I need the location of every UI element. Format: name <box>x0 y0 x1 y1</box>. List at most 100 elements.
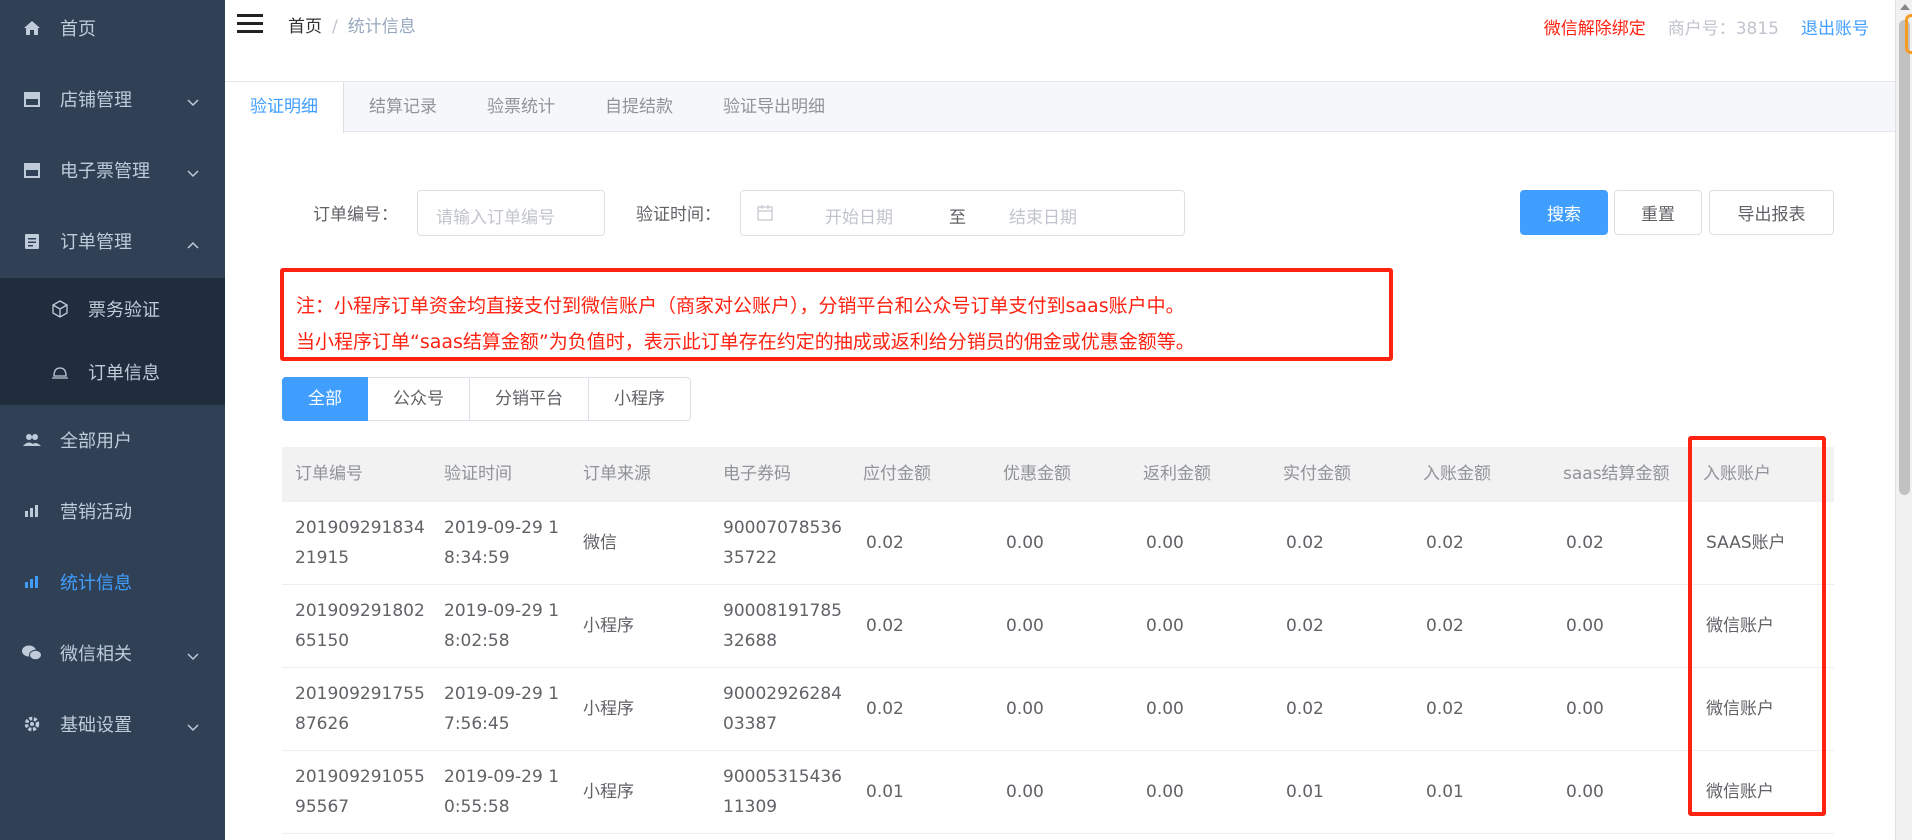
source-miniprogram-button[interactable]: 小程序 <box>589 377 691 421</box>
tab-bar: 验证明细 结算记录 验票统计 自提结款 验证导出明细 <box>225 82 1895 133</box>
cell-time-line1: 2019-09-29 1 <box>444 601 560 621</box>
vertical-scrollbar[interactable] <box>1895 0 1912 840</box>
cell-source: 微信 <box>583 533 617 553</box>
clipboard-icon <box>22 231 42 251</box>
sidebar-item-label: 票务验证 <box>88 300 160 321</box>
cell-saas: 0.02 <box>1566 533 1604 553</box>
cell-rebate: 0.00 <box>1146 533 1184 553</box>
cell-rebate: 0.00 <box>1146 616 1184 636</box>
cell-paid: 0.02 <box>1286 533 1324 553</box>
cell-source: 小程序 <box>583 782 634 802</box>
sidebar-item-users[interactable]: 全部用户 <box>0 405 225 475</box>
calendar-icon <box>757 205 773 226</box>
cell-code-line1: 90007078536 <box>723 518 842 538</box>
tab-ticket-stats[interactable]: 验票统计 <box>462 82 580 132</box>
sidebar-item-label: 店铺管理 <box>60 90 132 111</box>
end-date-placeholder: 结束日期 <box>1009 208 1077 228</box>
cell-rebate: 0.00 <box>1146 699 1184 719</box>
search-button[interactable]: 搜索 <box>1520 190 1608 235</box>
cell-discount: 0.00 <box>1006 699 1044 719</box>
tab-verify-detail[interactable]: 验证明细 <box>225 82 344 133</box>
cell-code-line1: 90002926284 <box>723 684 842 704</box>
sidebar-item-stats[interactable]: 统计信息 <box>0 547 225 617</box>
col-header-order: 订单编号 <box>295 464 363 484</box>
wechat-unbind-link[interactable]: 微信解除绑定 <box>1544 14 1646 39</box>
cell-order-line1: 201909291755 <box>295 684 425 704</box>
sidebar-item-settings[interactable]: 基础设置 <box>0 689 225 759</box>
cell-time-line2: 0:55:58 <box>444 797 510 817</box>
cell-time-line2: 8:02:58 <box>444 631 510 651</box>
tab-settlement-records[interactable]: 结算记录 <box>344 82 462 132</box>
source-all-button[interactable]: 全部 <box>282 377 368 421</box>
col-header-payable: 应付金额 <box>863 464 931 484</box>
wechat-icon <box>22 643 42 663</box>
date-range-picker[interactable]: 开始日期 至 结束日期 <box>740 190 1185 236</box>
cell-code-line1: 90005315436 <box>723 767 842 787</box>
cell-credited: 0.02 <box>1426 699 1464 719</box>
source-filter-group: 全部 公众号 分销平台 小程序 <box>282 377 691 421</box>
tab-pickup-settlement[interactable]: 自提结款 <box>580 82 698 132</box>
breadcrumb: 首页 / 统计信息 <box>288 12 416 37</box>
sidebar-item-label: 首页 <box>60 19 96 40</box>
col-header-paid: 实付金额 <box>1283 464 1351 484</box>
table-row[interactable]: 201909291802 65150 2019-09-29 1 8:02:58 … <box>282 585 1834 668</box>
cell-rebate: 0.00 <box>1146 782 1184 802</box>
sidebar-item-label: 基础设置 <box>60 715 132 736</box>
bell-icon <box>50 362 70 382</box>
sidebar-item-label: 营销活动 <box>60 502 132 523</box>
cell-discount: 0.00 <box>1006 616 1044 636</box>
cell-code-line1: 90008191785 <box>723 601 842 621</box>
tab-verify-export[interactable]: 验证导出明细 <box>698 82 850 132</box>
table-row[interactable]: 201909291834 21915 2019-09-29 1 8:34:59 … <box>282 502 1834 585</box>
hamburger-menu-icon[interactable] <box>237 14 263 34</box>
logout-link[interactable]: 退出账号 <box>1801 14 1869 39</box>
merchant-id: 商户号：3815 <box>1667 19 1779 39</box>
col-header-discount: 优惠金额 <box>1003 464 1071 484</box>
breadcrumb-separator: / <box>332 17 338 37</box>
sidebar-item-order-info[interactable]: 订单信息 <box>0 341 225 403</box>
col-header-rebate: 返利金额 <box>1143 464 1211 484</box>
chart-icon <box>22 501 42 521</box>
col-header-source: 订单来源 <box>583 464 651 484</box>
cell-order-line2: 65150 <box>295 631 350 651</box>
export-report-button[interactable]: 导出报表 <box>1709 190 1834 235</box>
source-distribution-button[interactable]: 分销平台 <box>470 377 589 421</box>
cell-account: 微信账户 <box>1706 782 1774 802</box>
users-icon <box>22 430 42 450</box>
sidebar-item-ticket-verify[interactable]: 票务验证 <box>0 278 225 340</box>
cell-saas: 0.00 <box>1566 616 1604 636</box>
cell-code-line2: 11309 <box>723 797 778 817</box>
cell-order-line1: 201909291802 <box>295 601 425 621</box>
table-row[interactable]: 201909291055 95567 2019-09-29 1 0:55:58 … <box>282 751 1834 834</box>
breadcrumb-current: 统计信息 <box>347 17 416 37</box>
breadcrumb-home[interactable]: 首页 <box>288 17 322 37</box>
order-number-input[interactable]: 请输入订单编号 <box>417 190 605 236</box>
range-separator: 至 <box>949 208 966 228</box>
header-actions: 微信解除绑定 商户号：3815 退出账号 <box>1544 14 1869 39</box>
scroll-up-arrow-icon[interactable] <box>1900 4 1910 10</box>
sidebar-item-orders[interactable]: 订单管理 <box>0 206 225 276</box>
chevron-down-icon <box>187 716 199 737</box>
scrollbar-thumb[interactable] <box>1899 20 1910 495</box>
cell-code-line2: 35722 <box>723 548 778 568</box>
cell-payable: 0.01 <box>866 782 904 802</box>
cell-payable: 0.02 <box>866 533 904 553</box>
sidebar-item-eticket[interactable]: 电子票管理 <box>0 135 225 205</box>
sidebar-item-wechat[interactable]: 微信相关 <box>0 618 225 688</box>
source-official-account-button[interactable]: 公众号 <box>368 377 470 421</box>
reset-button[interactable]: 重置 <box>1614 190 1702 235</box>
notice-line-2: 当小程序订单“saas结算金额”为负值时，表示此订单存在约定的抽成或返利给分销员… <box>296 331 1195 353</box>
scroll-indicator-mark <box>1905 14 1912 54</box>
sidebar-item-marketing[interactable]: 营销活动 <box>0 476 225 546</box>
sidebar-item-store[interactable]: 店铺管理 <box>0 64 225 134</box>
col-header-time: 验证时间 <box>444 464 512 484</box>
cell-order-line1: 201909291834 <box>295 518 425 538</box>
cube-icon <box>50 299 70 319</box>
cell-credited: 0.01 <box>1426 782 1464 802</box>
cell-discount: 0.00 <box>1006 782 1044 802</box>
table-row[interactable]: 201909291755 87626 2019-09-29 1 7:56:45 … <box>282 668 1834 751</box>
sidebar-item-home[interactable]: 首页 <box>0 0 225 63</box>
sidebar-item-label: 订单管理 <box>60 232 132 253</box>
notice-line-1: 注：小程序订单资金均直接支付到微信账户（商家对公账户），分销平台和公众号订单支付… <box>296 295 1185 317</box>
col-header-code: 电子券码 <box>723 464 791 484</box>
